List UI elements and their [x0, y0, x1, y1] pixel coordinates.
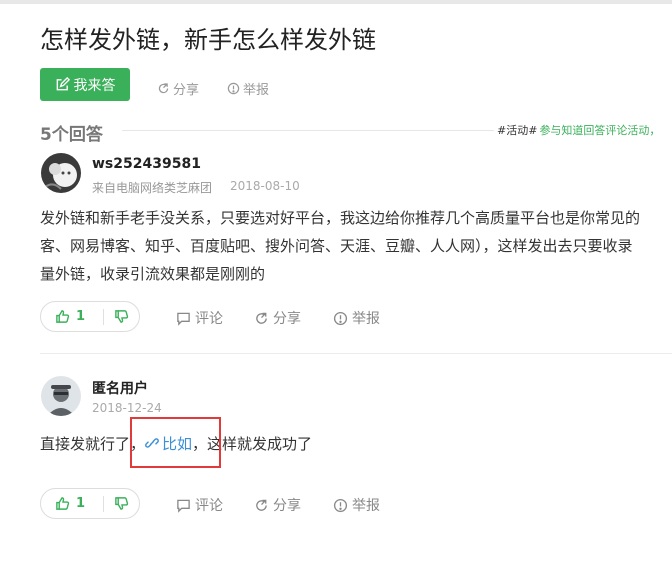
- answer-username[interactable]: ws252439581: [92, 156, 201, 172]
- downvote-button[interactable]: [104, 309, 139, 324]
- thumbs-up-icon: [56, 497, 70, 510]
- report-label: 举报: [352, 498, 380, 514]
- share-button[interactable]: 分享: [254, 308, 301, 328]
- share-button[interactable]: 分享: [254, 495, 301, 515]
- comment-icon: [177, 312, 190, 326]
- anonymous-avatar-icon: [41, 376, 81, 416]
- upvote-count: 1: [76, 496, 86, 511]
- comment-label: 评论: [195, 498, 223, 514]
- avatar: [41, 376, 81, 416]
- question-title: 怎样发外链，新手怎么样发外链: [40, 26, 376, 54]
- upvote-count: 1: [76, 309, 86, 324]
- upvote-button[interactable]: 1: [41, 309, 103, 324]
- thumbs-up-icon: [56, 310, 70, 323]
- report-button[interactable]: 举报: [333, 495, 380, 515]
- thumbs-down-icon: [115, 497, 129, 510]
- upvote-button[interactable]: 1: [41, 496, 103, 511]
- activity-link[interactable]: 参与知道回答评论活动，: [539, 124, 660, 137]
- comment-label: 评论: [195, 311, 223, 327]
- highlight-box: [130, 417, 221, 468]
- report-icon: [227, 82, 240, 95]
- report-button[interactable]: 举报: [333, 308, 380, 328]
- vote-box: 1: [40, 488, 140, 519]
- share-icon: [256, 312, 267, 324]
- comment-button[interactable]: 评论: [176, 308, 223, 328]
- answer-count-divider: [122, 130, 494, 131]
- answer-divider: [40, 353, 672, 354]
- activity-tag: #活动#: [497, 124, 538, 137]
- downvote-button[interactable]: [104, 496, 139, 511]
- top-border: [0, 0, 672, 4]
- activity-banner[interactable]: #活动# 参与知道回答评论活动，: [497, 122, 660, 138]
- thumbs-down-icon: [115, 310, 129, 323]
- answer-source[interactable]: 来自电脑网络类芝麻团: [92, 179, 212, 196]
- comment-icon: [177, 499, 190, 513]
- question-share-button[interactable]: 分享: [157, 79, 199, 98]
- answer-username: 匿名用户: [92, 381, 148, 397]
- report-icon: [333, 498, 348, 512]
- avatar[interactable]: [41, 153, 81, 193]
- share-label: 分享: [273, 498, 301, 514]
- report-label: 举报: [352, 311, 380, 327]
- answer-button-label: 我来答: [73, 77, 116, 94]
- question-report-button[interactable]: 举报: [227, 79, 269, 98]
- answer-text-line: 发外链和新手老手没关系，只要选对好平台，我这边给你推荐几个高质量平台也是你常见的: [40, 209, 641, 227]
- answer-button[interactable]: 我来答: [40, 68, 130, 101]
- share-label: 分享: [273, 311, 301, 327]
- answer-text-line: 量外链，收录引流效果都是刚刚的: [40, 265, 266, 283]
- question-share-label: 分享: [173, 83, 200, 98]
- answer-count: 5个回答: [40, 125, 103, 145]
- answer-text-line: 客、网易博客、知乎、百度贴吧、搜外问答、天涯、豆瓣、人人网），这样发出去只要收录: [40, 237, 633, 255]
- edit-icon: [56, 77, 70, 91]
- answer-text: 发外链和新手老手没关系，只要选对好平台，我这边给你推荐几个高质量平台也是你常见的…: [40, 204, 640, 288]
- question-report-label: 举报: [243, 83, 270, 98]
- user-avatar-icon: [41, 153, 81, 193]
- vote-box: 1: [40, 301, 140, 332]
- report-icon: [333, 311, 348, 325]
- answer-date: 2018-08-10: [230, 179, 300, 193]
- share-icon: [256, 499, 267, 511]
- comment-button[interactable]: 评论: [176, 495, 223, 515]
- answer-date: 2018-12-24: [92, 401, 162, 415]
- share-icon: [158, 83, 169, 94]
